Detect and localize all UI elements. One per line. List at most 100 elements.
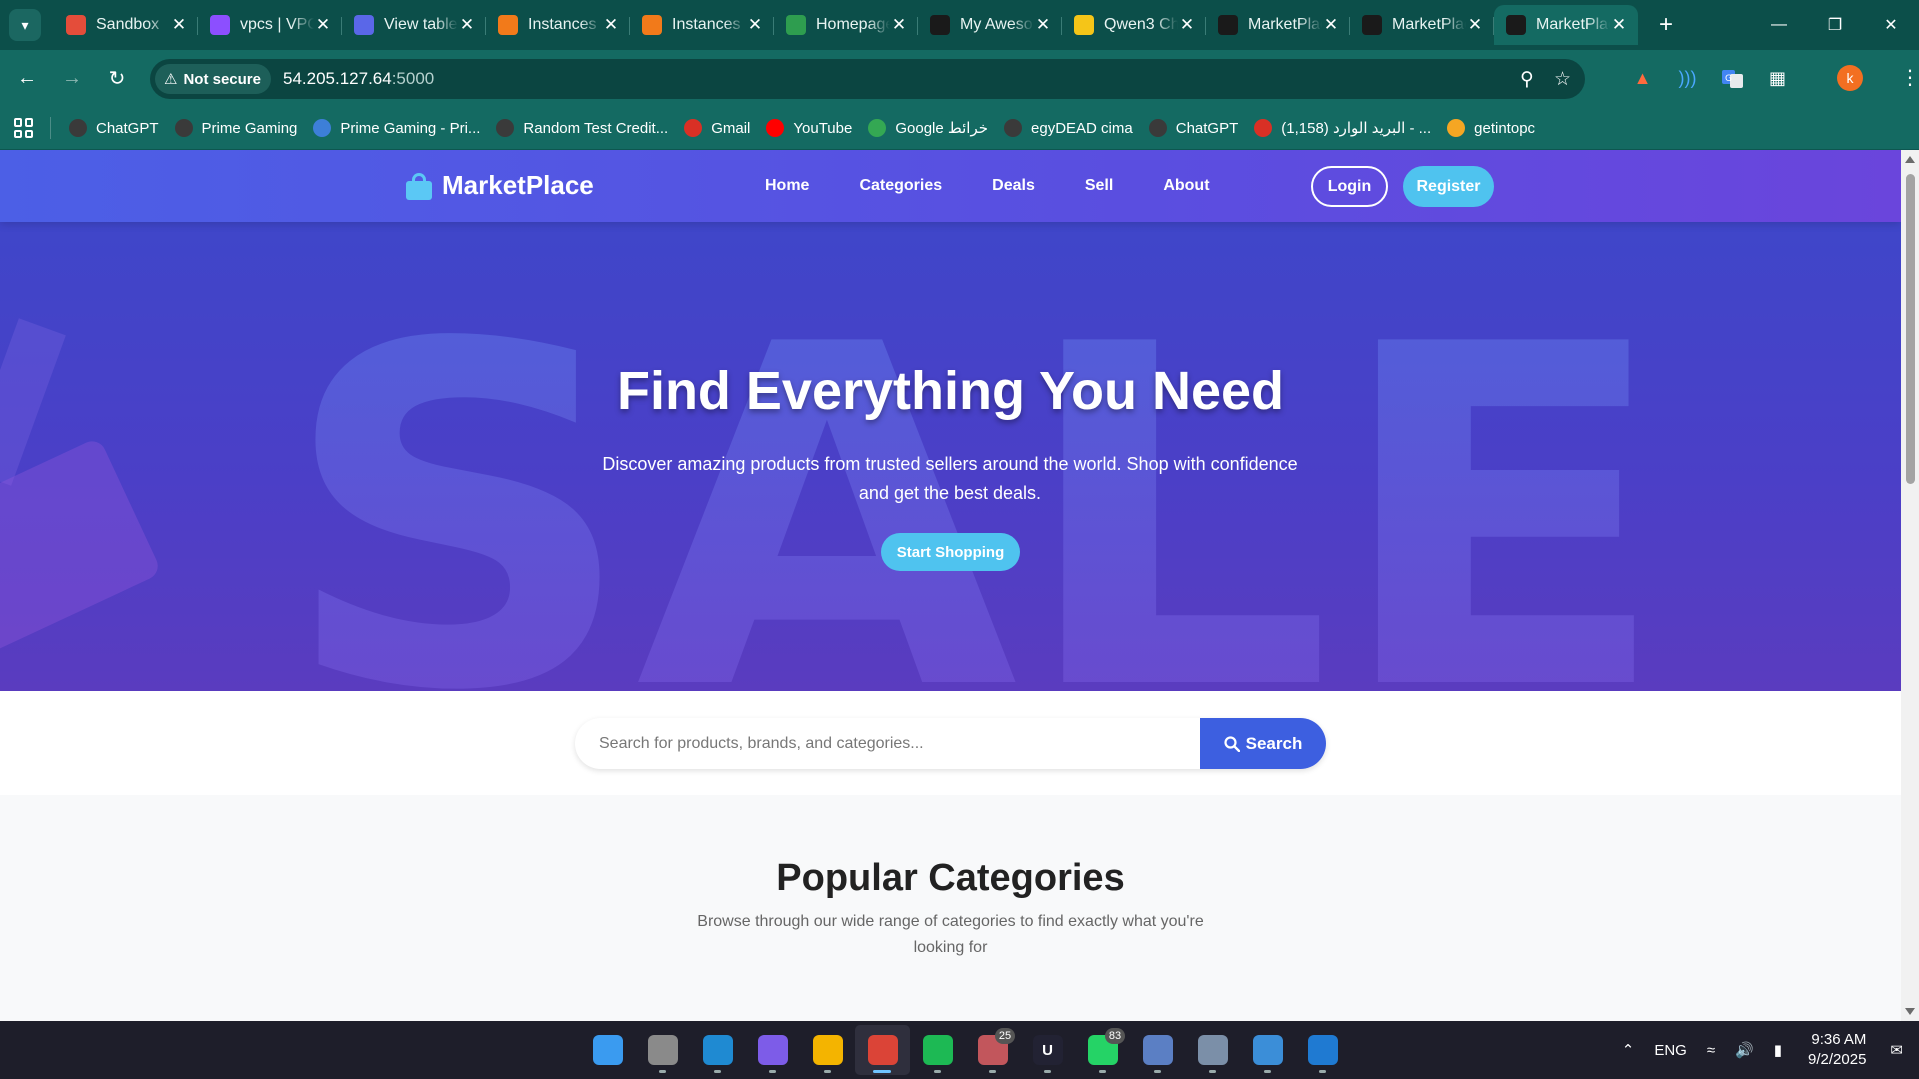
profile-avatar[interactable]: k [1837, 65, 1863, 91]
bookmark-item[interactable]: Google خرائط [868, 119, 988, 137]
taskbar-network-tool[interactable] [1130, 1025, 1185, 1075]
scroll-up-arrow-icon[interactable] [1905, 156, 1915, 163]
tab-close-icon[interactable]: ✕ [602, 15, 620, 34]
browser-tab[interactable]: My Awesome✕ [918, 8, 1062, 42]
globe-icon [1004, 119, 1023, 137]
login-button[interactable]: Login [1311, 166, 1388, 207]
taskbar-whatsapp[interactable]: 83 [1075, 1025, 1130, 1075]
hero-content: Find Everything You Need Discover amazin… [0, 222, 1901, 691]
browser-tab[interactable]: MarketPlace✕ [1494, 5, 1638, 45]
puzzle-extensions-icon[interactable]: ▦ [1765, 66, 1790, 91]
tab-close-icon[interactable]: ✕ [170, 15, 188, 34]
language-indicator[interactable]: ENG [1654, 1042, 1687, 1059]
taskbar-task-view[interactable] [635, 1025, 690, 1075]
nav-link-sell[interactable]: Sell [1085, 177, 1113, 195]
apps-grid-icon[interactable] [14, 118, 34, 138]
taskbar-spotify[interactable] [910, 1025, 965, 1075]
register-button[interactable]: Register [1403, 166, 1494, 207]
bookmark-item[interactable]: egyDEAD cima [1004, 119, 1133, 137]
notification-bell-icon[interactable]: ✉ [1890, 1041, 1903, 1059]
chrome-icon [867, 1035, 898, 1065]
nav-link-home[interactable]: Home [765, 177, 809, 195]
close-window-icon[interactable]: ✕ [1863, 0, 1919, 50]
minimize-icon[interactable]: — [1751, 0, 1807, 50]
bookmark-item[interactable]: ChatGPT [69, 119, 159, 137]
bookmark-item[interactable]: Prime Gaming - Pri... [313, 119, 480, 137]
taskbar-edge[interactable] [690, 1025, 745, 1075]
start-shopping-button[interactable]: Start Shopping [881, 533, 1020, 571]
back-arrow-icon[interactable]: ← [9, 61, 45, 97]
bookmark-item[interactable]: Random Test Credit... [496, 119, 668, 137]
bookmark-label: YouTube [793, 119, 853, 137]
tab-close-icon[interactable]: ✕ [1322, 15, 1340, 34]
zoom-magnifier-icon[interactable]: ⚲ [1520, 68, 1534, 91]
tab-title: Homepage [816, 16, 890, 33]
bookmark-item[interactable]: Gmail [684, 119, 750, 137]
google-translate-icon[interactable]: G [1720, 66, 1745, 91]
taskbar-chrome[interactable] [855, 1025, 910, 1075]
tab-close-icon[interactable]: ✕ [458, 15, 476, 34]
nav-link-categories[interactable]: Categories [859, 177, 942, 195]
url-text[interactable]: 54.205.127.64:5000 [283, 69, 434, 89]
search-button[interactable]: Search [1200, 718, 1326, 769]
reload-icon[interactable]: ↻ [99, 61, 135, 97]
security-chip[interactable]: ⚠ Not secure [155, 64, 271, 94]
bookmark-item[interactable]: ChatGPT [1148, 119, 1238, 137]
browser-tab[interactable]: vpcs | VPC ✕ [198, 8, 342, 42]
browser-tab[interactable]: Homepage ✕ [774, 8, 918, 42]
menu-kebab-icon[interactable]: ⋮ [1900, 65, 1919, 90]
scroll-down-arrow-icon[interactable] [1905, 1008, 1915, 1015]
tab-close-icon[interactable]: ✕ [314, 15, 332, 34]
browser-tab[interactable]: Qwen3 Chat✕ [1062, 8, 1206, 42]
bookmark-item[interactable]: YouTube [766, 119, 852, 137]
nav-link-about[interactable]: About [1163, 177, 1209, 195]
bookmark-label: Google خرائط [895, 120, 989, 137]
tab-close-icon[interactable]: ✕ [746, 15, 764, 34]
tab-close-icon[interactable]: ✕ [1466, 15, 1484, 34]
taskbar-vscode[interactable] [1295, 1025, 1350, 1075]
browser-tab[interactable]: Instances ✕ [630, 8, 774, 42]
fire-extension-icon[interactable]: ▲ [1630, 66, 1655, 91]
shopping-bag-icon [406, 172, 432, 200]
browser-tab[interactable]: MarketPlace✕ [1350, 8, 1494, 42]
address-bar[interactable]: ⚠ Not secure 54.205.127.64:5000 ⚲ ☆ [150, 59, 1585, 99]
nav-link-deals[interactable]: Deals [992, 177, 1035, 195]
extension-icons: ▲ ))) G ▦ [1630, 50, 1790, 107]
running-indicator [1319, 1070, 1326, 1073]
browser-tab[interactable]: Sandbox ✕ [54, 8, 198, 42]
search-input[interactable] [575, 718, 1200, 769]
notification-badge: 25 [995, 1028, 1015, 1044]
taskbar-snipping-tool[interactable] [1185, 1025, 1240, 1075]
restore-icon[interactable]: ❐ [1807, 0, 1863, 50]
taskbar-copilot[interactable] [745, 1025, 800, 1075]
page-scrollbar[interactable] [1901, 150, 1919, 1021]
site-logo[interactable]: MarketPlace [406, 170, 594, 201]
taskbar-file-explorer[interactable] [800, 1025, 855, 1075]
bookmark-star-icon[interactable]: ☆ [1554, 68, 1571, 91]
wifi-extension-icon[interactable]: ))) [1675, 66, 1700, 91]
taskbar-start-button[interactable] [580, 1025, 635, 1075]
clock[interactable]: 9:36 AM 9/2/2025 [1808, 1030, 1866, 1070]
browser-tab[interactable]: MarketPlace✕ [1206, 8, 1350, 42]
chevron-up-icon[interactable]: ⌃ [1622, 1041, 1635, 1059]
taskbar-photos[interactable] [1240, 1025, 1295, 1075]
wifi-icon[interactable]: ≈ [1707, 1042, 1715, 1059]
browser-tab[interactable]: View table ✕ [342, 8, 486, 42]
tab-search-chevron-icon[interactable]: ▾ [9, 9, 41, 41]
scrollbar-thumb[interactable] [1906, 174, 1915, 484]
tab-close-icon[interactable]: ✕ [1610, 15, 1628, 34]
tab-close-icon[interactable]: ✕ [1034, 15, 1052, 34]
bookmark-item[interactable]: getintopc [1447, 119, 1535, 137]
tab-close-icon[interactable]: ✕ [1178, 15, 1196, 34]
taskbar-ultraviewer[interactable]: U [1020, 1025, 1075, 1075]
browser-tabstrip: ▾ Sandbox ✕ vpcs | VPC ✕ View table ✕ Instance… [0, 0, 1919, 50]
new-tab-button[interactable]: + [1650, 9, 1682, 41]
bookmark-item[interactable]: (1,158) البريد الوارد - ... [1254, 119, 1431, 137]
browser-tab[interactable]: Instances ✕ [486, 8, 630, 42]
bookmark-item[interactable]: Prime Gaming [174, 119, 297, 137]
taskbar-mail-app[interactable]: 25 [965, 1025, 1020, 1075]
volume-icon[interactable]: 🔊 [1735, 1041, 1754, 1059]
forward-arrow-icon[interactable]: → [54, 61, 90, 97]
battery-icon[interactable]: ▮ [1774, 1041, 1782, 1059]
tab-close-icon[interactable]: ✕ [890, 15, 908, 34]
